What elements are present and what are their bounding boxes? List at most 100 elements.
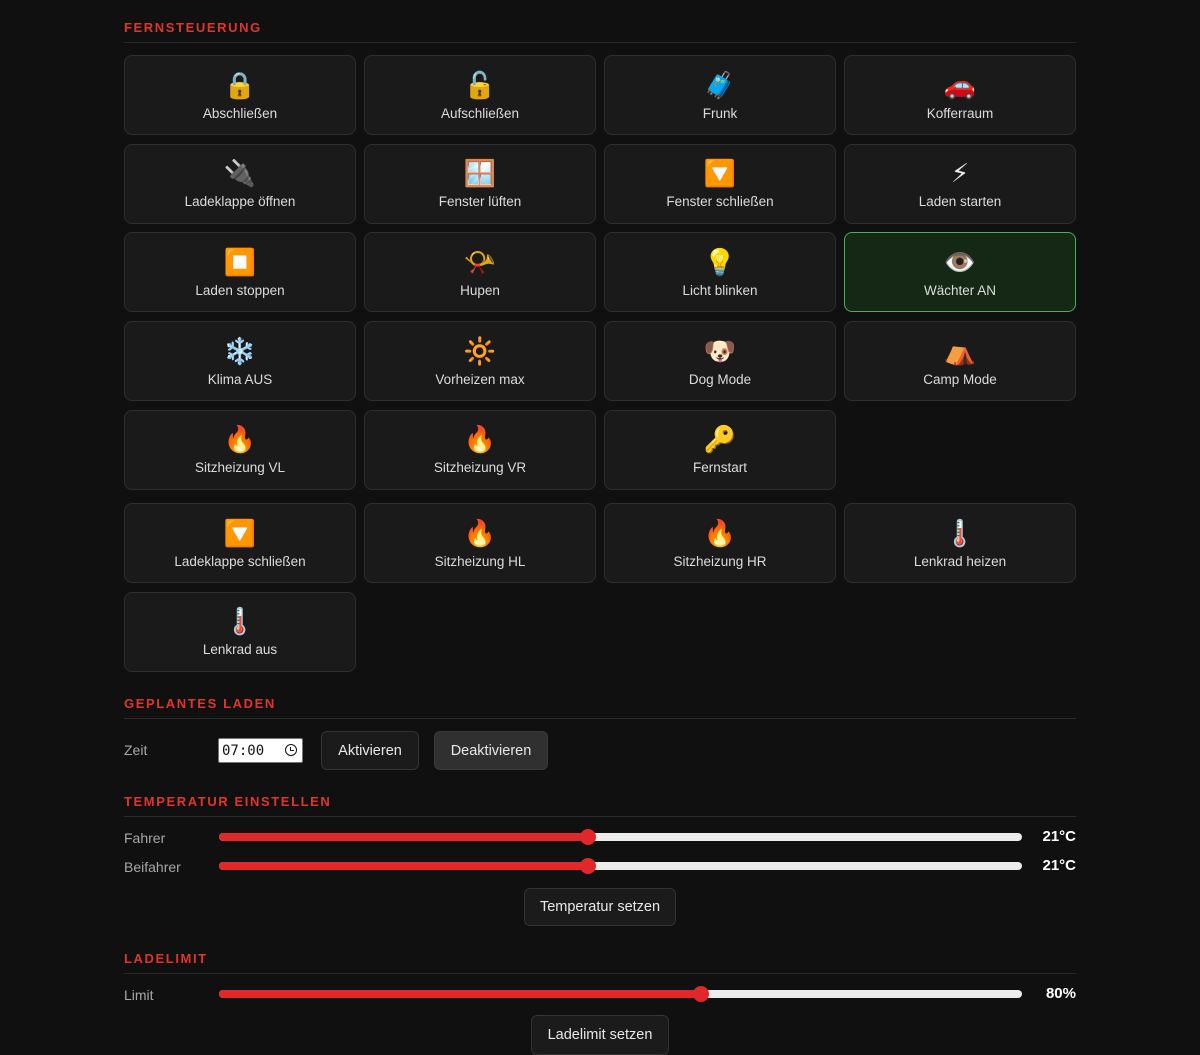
tile-klima-aus[interactable]: ❄️ Klima AUS — [124, 321, 356, 402]
tile-wächter-an[interactable]: 👁️ Wächter AN — [844, 232, 1076, 313]
tile-lenkrad-heizen[interactable]: 🌡️ Lenkrad heizen — [844, 503, 1076, 583]
time-label: Zeit — [124, 742, 148, 758]
sun-icon: 🔆 — [463, 336, 497, 367]
tile-label: Vorheizen max — [435, 371, 525, 387]
tile-lenkrad-aus[interactable]: 🌡️ Lenkrad aus — [124, 591, 356, 672]
tile-laden-stoppen[interactable]: ⏹️ Laden stoppen — [124, 232, 356, 313]
tile-label: Sitzheizung HL — [434, 553, 526, 569]
tile-dog-mode[interactable]: 🐶 Dog Mode — [604, 321, 836, 402]
unlock-icon: 🔓 — [463, 70, 497, 101]
tile-label: Sitzheizung VL — [194, 460, 286, 476]
tile-label: Fernstart — [692, 460, 747, 476]
tile-label: Abschließen — [202, 105, 278, 121]
tile-label: Dog Mode — [688, 371, 752, 387]
slider-fill — [219, 833, 589, 841]
tile-label: Lenkrad heizen — [913, 553, 1007, 569]
remote-grid-extra: 🔽 Ladeklappe schließen 🔥 Sitzheizung HL 🔥 Sit… — [124, 503, 1076, 672]
activate-button[interactable]: Aktivieren — [321, 731, 419, 770]
tile-licht-blinken[interactable]: 💡 Licht blinken — [604, 232, 836, 313]
fire-icon: 🔥 — [463, 425, 497, 456]
lightning-icon: ⚡ — [950, 159, 970, 190]
tile-label: Aufschließen — [440, 105, 520, 121]
tile-sitzheizung-hr[interactable]: 🔥 Sitzheizung HR — [604, 503, 836, 583]
luggage-icon: 🧳 — [703, 70, 737, 101]
tile-abschließen[interactable]: 🔒 Abschließen — [124, 55, 356, 135]
horn-icon: 📯 — [463, 247, 497, 278]
time-input[interactable]: 07:00 — [218, 738, 303, 763]
thermometer-icon: 🌡️ — [943, 518, 977, 549]
tile-label: Ladeklappe öffnen — [184, 194, 296, 210]
slider-fill — [219, 990, 701, 998]
tile-fenster-schließen[interactable]: 🔽 Fenster schließen — [604, 143, 836, 224]
light-bulb-icon: 💡 — [703, 247, 737, 278]
section-title-temperature: TEMPERATUR EINSTELLEN — [124, 794, 1076, 817]
deactivate-button[interactable]: Deaktivieren — [434, 731, 548, 770]
tile-aufschließen[interactable]: 🔓 Aufschließen — [364, 55, 596, 135]
key-icon: 🔑 — [703, 425, 737, 456]
down-button-icon: 🔽 — [703, 159, 737, 190]
passenger-temperature-slider[interactable] — [219, 858, 1022, 874]
tile-laden-starten[interactable]: ⚡ Laden starten — [844, 143, 1076, 224]
fire-icon: 🔥 — [223, 425, 257, 456]
tile-label: Licht blinken — [682, 282, 758, 298]
slider-thumb[interactable] — [580, 858, 597, 874]
tile-label: Fenster lüften — [438, 194, 522, 210]
tile-label: Kofferraum — [926, 105, 994, 121]
tile-kofferraum[interactable]: 🚗 Kofferraum — [844, 55, 1076, 135]
tile-ladeklappe-schließen[interactable]: 🔽 Ladeklappe schließen — [124, 503, 356, 583]
set-temperature-button[interactable]: Temperatur setzen — [524, 888, 676, 926]
limit-label: Limit — [124, 987, 154, 1003]
fire-icon: 🔥 — [463, 518, 497, 549]
tile-fernstart[interactable]: 🔑 Fernstart — [604, 409, 836, 490]
thermometer-icon: 🌡️ — [223, 607, 257, 638]
passenger-temperature-value: 21°C — [1042, 857, 1076, 874]
driver-temperature-slider[interactable] — [219, 829, 1022, 845]
window-icon: 🪟 — [463, 159, 497, 190]
section-title-remote: FERNSTEUERUNG — [124, 20, 1076, 43]
tile-vorheizen-max[interactable]: 🔆 Vorheizen max — [364, 321, 596, 402]
slider-thumb[interactable] — [580, 829, 597, 845]
snowflake-icon: ❄️ — [223, 336, 257, 367]
tile-frunk[interactable]: 🧳 Frunk — [604, 55, 836, 135]
tile-sitzheizung-vr[interactable]: 🔥 Sitzheizung VR — [364, 409, 596, 490]
tile-fenster-lüften[interactable]: 🪟 Fenster lüften — [364, 143, 596, 224]
tile-sitzheizung-vl[interactable]: 🔥 Sitzheizung VL — [124, 409, 356, 490]
lock-icon: 🔒 — [223, 70, 257, 101]
tile-label: Lenkrad aus — [202, 642, 278, 658]
tent-icon: ⛺ — [943, 336, 977, 367]
stop-icon: ⏹️ — [223, 247, 257, 278]
charge-limit-slider[interactable] — [219, 986, 1022, 1002]
set-charge-limit-button[interactable]: Ladelimit setzen — [531, 1015, 669, 1055]
fire-icon: 🔥 — [703, 518, 737, 549]
tile-ladeklappe-öffnen[interactable]: 🔌 Ladeklappe öffnen — [124, 143, 356, 224]
plug-icon: 🔌 — [223, 159, 257, 190]
charge-limit-value: 80% — [1045, 985, 1076, 1002]
driver-label: Fahrer — [124, 830, 166, 846]
car-icon: 🚗 — [943, 70, 977, 101]
tile-label: Camp Mode — [923, 371, 997, 387]
tile-camp-mode[interactable]: ⛺ Camp Mode — [844, 321, 1076, 402]
eye-icon: 👁️ — [943, 247, 977, 278]
section-title-charge-limit: LADELIMIT — [124, 951, 1076, 974]
remote-grid: 🔒 Abschließen 🔓 Aufschließen 🧳 Frunk 🚗 Kofferra… — [124, 55, 1076, 490]
passenger-label: Beifahrer — [124, 859, 181, 875]
tile-sitzheizung-hl[interactable]: 🔥 Sitzheizung HL — [364, 503, 596, 583]
time-value: 07:00 — [222, 742, 265, 759]
dog-icon: 🐶 — [703, 336, 737, 367]
tile-label: Ladeklappe schließen — [174, 553, 306, 569]
tile-label: Sitzheizung VR — [433, 460, 527, 476]
tile-label: Sitzheizung HR — [673, 553, 767, 569]
section-title-schedule: GEPLANTES LADEN — [124, 696, 1076, 719]
tile-label: Laden stoppen — [195, 282, 285, 298]
tile-label: Laden starten — [918, 194, 1002, 210]
slider-fill — [219, 862, 589, 870]
tile-label: Fenster schließen — [666, 194, 774, 210]
clock-icon[interactable] — [285, 744, 297, 756]
tile-label: Wächter AN — [923, 282, 997, 298]
tile-label: Hupen — [460, 282, 500, 298]
tile-hupen[interactable]: 📯 Hupen — [364, 232, 596, 313]
driver-temperature-value: 21°C — [1042, 828, 1076, 845]
down-button-icon: 🔽 — [223, 518, 257, 549]
tile-label: Klima AUS — [207, 371, 273, 387]
slider-thumb[interactable] — [692, 986, 709, 1002]
